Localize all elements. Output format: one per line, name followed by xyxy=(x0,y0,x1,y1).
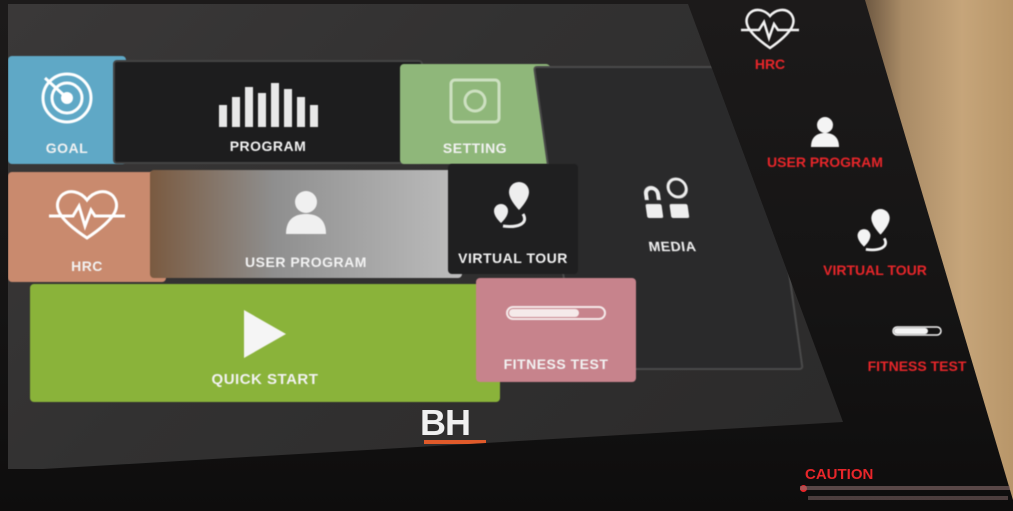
play-icon xyxy=(244,310,286,358)
hrc-label: HRC xyxy=(71,258,103,274)
brand-underline xyxy=(424,440,486,444)
media-icon xyxy=(643,177,690,218)
user-icon xyxy=(286,191,326,234)
caution-text-blurred-2 xyxy=(808,496,1008,500)
caution-text-blurred xyxy=(800,486,1010,490)
fitness-test-label: FITNESS TEST xyxy=(503,356,609,372)
progress-bar-icon xyxy=(892,326,942,336)
user-program-tile[interactable]: USER PROGRAM xyxy=(150,170,462,278)
side-fitness-test-label: FITNESS TEST xyxy=(867,358,967,374)
side-user-program-label: USER PROGRAM xyxy=(767,154,883,170)
heart-rate-icon xyxy=(49,190,125,240)
media-label: MEDIA xyxy=(647,238,698,254)
map-pin-route-icon xyxy=(857,209,890,252)
quick-start-tile[interactable]: QUICK START xyxy=(30,284,500,402)
target-icon xyxy=(41,72,93,124)
virtual-tour-tile[interactable]: VIRTUAL TOUR xyxy=(448,164,578,274)
settings-icon xyxy=(449,78,501,124)
brand-logo: BH xyxy=(420,402,471,443)
virtual-tour-label: VIRTUAL TOUR xyxy=(458,250,568,266)
fitness-test-tile[interactable]: FITNESS TEST xyxy=(476,278,636,382)
side-button-fitness-test[interactable]: FITNESS TEST xyxy=(862,326,972,374)
goal-tile[interactable]: GOAL xyxy=(8,56,126,164)
program-label: PROGRAM xyxy=(229,138,307,154)
caution-title: CAUTION xyxy=(805,466,874,483)
side-hrc-label: HRC xyxy=(754,56,786,72)
progress-bar-icon xyxy=(506,306,606,320)
side-button-user-program[interactable]: USER PROGRAM xyxy=(760,116,890,170)
goal-label: GOAL xyxy=(45,140,89,156)
bar-chart-icon xyxy=(218,83,318,127)
user-program-label: USER PROGRAM xyxy=(245,254,367,270)
setting-tile[interactable]: SETTING xyxy=(400,64,550,164)
map-pin-route-icon xyxy=(494,182,529,228)
side-button-hrc[interactable]: HRC xyxy=(735,6,805,72)
heart-rate-icon xyxy=(741,8,799,50)
program-tile[interactable]: PROGRAM xyxy=(113,60,423,164)
hrc-tile[interactable]: HRC xyxy=(8,172,166,282)
user-icon xyxy=(811,117,839,147)
setting-label: SETTING xyxy=(442,140,508,156)
side-virtual-tour-label: VIRTUAL TOUR xyxy=(823,262,927,278)
side-button-virtual-tour[interactable]: VIRTUAL TOUR xyxy=(810,206,940,278)
quick-start-label: QUICK START xyxy=(211,371,319,388)
